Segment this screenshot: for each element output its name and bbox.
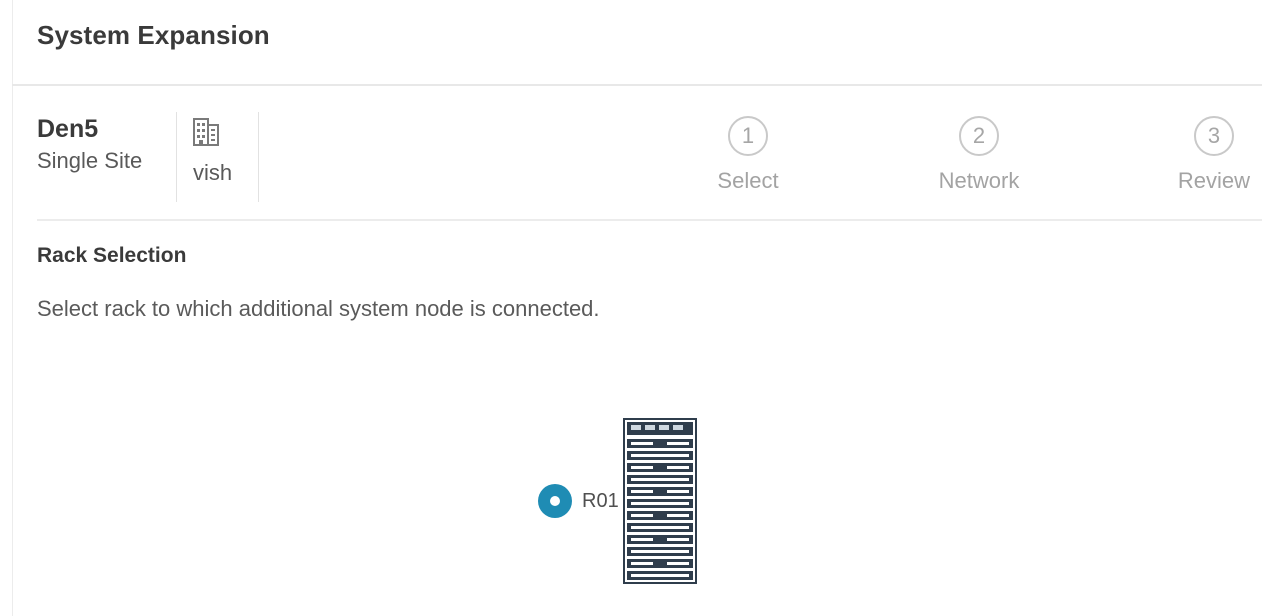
step-label: Select [717,168,779,193]
owner-name: vish [193,160,233,185]
section-title: Rack Selection [37,244,187,267]
step-number: 1 [728,116,768,156]
site-info: Den5 Single Site [37,114,142,174]
step-number: 3 [1194,116,1234,156]
system-expansion-page: System Expansion Den5 Single Site vish 1… [0,0,1262,616]
server-rack-icon[interactable] [623,418,697,584]
left-border [12,0,13,616]
owner-divider [258,112,259,202]
page-title: System Expansion [37,20,270,50]
site-owner: vish [193,116,232,186]
wizard-step-review[interactable]: 3 Review [1154,116,1262,194]
site-divider [176,112,177,202]
section-description: Select rack to which additional system n… [37,296,600,321]
wizard-step-select[interactable]: 1 Select [688,116,808,194]
site-name: Den5 [37,115,99,143]
rack-option-r01[interactable]: R01 [538,484,619,518]
site-type: Single Site [37,148,143,173]
header-divider [12,84,1262,86]
step-number: 2 [959,116,999,156]
step-label: Review [1177,168,1251,193]
wizard-step-network[interactable]: 2 Network [919,116,1039,194]
step-label: Network [938,168,1020,193]
steps-divider [37,219,1262,221]
rack-radio-button[interactable] [538,484,572,518]
rack-label: R01 [582,489,619,512]
building-icon [193,118,219,146]
